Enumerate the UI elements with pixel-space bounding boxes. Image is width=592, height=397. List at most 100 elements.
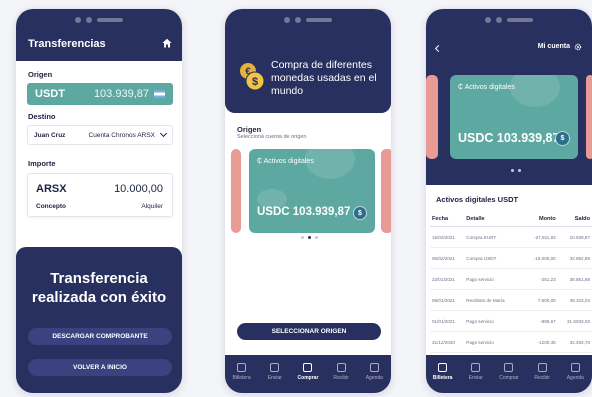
success-panel: Transferencia realizada con éxito DESCAR…: [16, 247, 182, 393]
tab-bar: Billetera Enviar Comprar Recibir Agenda: [426, 355, 592, 393]
cell-monto: -1200,45: [524, 331, 558, 353]
destination-dropdown[interactable]: Juan Cruz Cuenta Chronos ARSX: [27, 125, 173, 145]
origin-account-selector[interactable]: USDT 103.939,87: [27, 83, 173, 105]
cell-monto: -251,23: [524, 268, 558, 290]
amount-field[interactable]: ARSX 10.000,00 Concepto Alquiler: [27, 173, 173, 217]
coins-icon: € $: [240, 63, 265, 91]
tab-enviar[interactable]: Enviar: [462, 363, 490, 393]
prev-card-peek[interactable]: [231, 149, 241, 233]
cell-detalle: Pago servicio: [464, 310, 525, 332]
section-title: Activos digitales USDT: [436, 195, 519, 204]
next-card-peek[interactable]: [586, 75, 592, 159]
status-bar: [225, 9, 391, 31]
amount-currency: ARSX: [36, 183, 67, 195]
home-icon[interactable]: [162, 38, 172, 48]
col-fecha: Fecha: [430, 213, 465, 227]
cell-saldo: 32.493,70: [557, 331, 592, 353]
cell-monto: -898,67: [524, 310, 558, 332]
table-row[interactable]: 15/02/2021 Compra EURT -27.911,93 10.939,87: [430, 226, 592, 248]
dollar-coin-icon: $: [353, 206, 367, 220]
tab-bar: Billetera Enviar Comprar Recibir Agenda: [225, 355, 391, 393]
cell-detalle: Pago servicio: [464, 331, 525, 353]
origen-subtitle: Seleccioná cuenta de origen: [237, 134, 307, 140]
tab-enviar[interactable]: Enviar: [261, 363, 289, 393]
concept-value: Alquiler: [141, 203, 163, 210]
send-icon: [471, 363, 481, 372]
tab-agenda[interactable]: Agenda: [561, 363, 589, 393]
cell-monto: 7.500,00: [524, 289, 558, 311]
phone-buy-screen: € $ Compra de diferentes monedas usadas …: [224, 8, 392, 394]
col-saldo: Saldo: [557, 213, 592, 227]
cell-detalle: Pago servicio: [464, 268, 525, 290]
tab-recibir[interactable]: Recibir: [327, 363, 355, 393]
origen-label: Origen: [237, 125, 262, 134]
select-origin-button[interactable]: SELECCIONAR ORIGEN: [237, 323, 381, 340]
success-line-1: Transferencia: [50, 270, 148, 287]
wallet-icon: [237, 363, 247, 372]
tab-comprar[interactable]: Comprar: [294, 363, 322, 393]
buy-icon: [504, 363, 514, 372]
origin-currency: USDT: [35, 88, 65, 100]
header: Mi cuenta ₵ Activos digitales USDC 103.9…: [426, 9, 592, 185]
cell-saldo: 39.103,03: [557, 289, 592, 311]
cell-saldo: 31.6033,03: [557, 310, 592, 332]
page-title: Mi cuenta: [537, 43, 570, 50]
prev-card-peek[interactable]: [426, 75, 438, 159]
card-kind-label: ₵ Activos digitales: [458, 84, 515, 91]
buy-icon: [303, 363, 313, 372]
tab-agenda[interactable]: Agenda: [360, 363, 388, 393]
cell-fecha: 31/12/2020: [430, 331, 465, 353]
chevron-down-icon: [159, 129, 168, 138]
headline: Compra de diferentes monedas usadas en e…: [271, 59, 377, 97]
table-row[interactable]: 01/01/2021 Pago servicio -898,67 31.6033,03: [430, 310, 592, 332]
back-home-button[interactable]: VOLVER A INICIO: [28, 359, 172, 376]
concept-label: Concepto: [36, 203, 66, 210]
wallet-icon: [438, 363, 448, 372]
agenda-icon: [369, 363, 379, 372]
cell-monto: -15.000,00: [524, 247, 558, 269]
col-monto: Monto: [524, 213, 558, 227]
origin-amount: 103.939,87: [93, 88, 149, 100]
send-icon: [270, 363, 280, 372]
table-header-row: Fecha Detalle Monto Saldo: [430, 213, 592, 227]
card-kind-label: ₵ Activos digitales: [257, 158, 314, 165]
cell-fecha: 22/01/2021: [430, 268, 465, 290]
next-card-peek[interactable]: [381, 149, 391, 233]
cell-saldo: 38.851,88: [557, 268, 592, 290]
tab-billetera[interactable]: Billetera: [429, 363, 457, 393]
phone-transfer-screen: Transferencias Origen USDT 103.939,87 De…: [15, 8, 183, 394]
page-title: Transferencias: [28, 38, 106, 50]
tab-billetera[interactable]: Billetera: [228, 363, 256, 393]
amount-value: 10.000,00: [114, 183, 163, 195]
agenda-icon: [570, 363, 580, 372]
table-row[interactable]: 31/12/2020 Pago servicio -1200,45 32.493,70: [430, 331, 592, 353]
table-row[interactable]: 05/02/2021 Compra USDT -15.000,00 32.852,85: [430, 247, 592, 269]
importe-label: Importe: [28, 159, 56, 168]
cell-fecha: 05/02/2021: [430, 247, 465, 269]
cell-detalle: Recibiste de María: [464, 289, 525, 311]
dollar-coin-icon: $: [555, 131, 570, 146]
phone-account-screen: Mi cuenta ₵ Activos digitales USDC 103.9…: [425, 8, 592, 394]
flag-icon: [154, 90, 165, 98]
table-row[interactable]: 22/01/2021 Pago servicio -251,23 38.851,88: [430, 268, 592, 290]
carousel-pager[interactable]: [504, 169, 521, 172]
destination-account: Cuenta Chronos ARSX: [88, 131, 155, 139]
status-bar: [426, 9, 592, 31]
tab-comprar[interactable]: Comprar: [495, 363, 523, 393]
digital-asset-card[interactable]: ₵ Activos digitales USDC 103.939,87 $: [249, 149, 375, 233]
cell-detalle: Compra EURT: [464, 226, 525, 248]
back-arrow-icon[interactable]: [434, 44, 443, 53]
success-line-2: realizada con éxito: [31, 289, 167, 306]
destino-label: Destino: [28, 112, 56, 121]
carousel-pager[interactable]: [301, 236, 318, 239]
tab-recibir[interactable]: Recibir: [528, 363, 556, 393]
digital-asset-card[interactable]: ₵ Activos digitales USDC 103.939,87 $: [450, 75, 578, 159]
table-row[interactable]: 09/01/2021 Recibiste de María 7.500,00 39.1…: [430, 289, 592, 311]
card-balance: USDC 103.939,87: [458, 131, 560, 145]
cell-saldo: 32.852,85: [557, 247, 592, 269]
cell-fecha: 09/01/2021: [430, 289, 465, 311]
download-receipt-button[interactable]: DESCARGAR COMPROBANTE: [28, 328, 172, 345]
receive-icon: [537, 363, 547, 372]
origen-label: Origen: [28, 70, 53, 79]
gear-icon[interactable]: [574, 43, 582, 51]
